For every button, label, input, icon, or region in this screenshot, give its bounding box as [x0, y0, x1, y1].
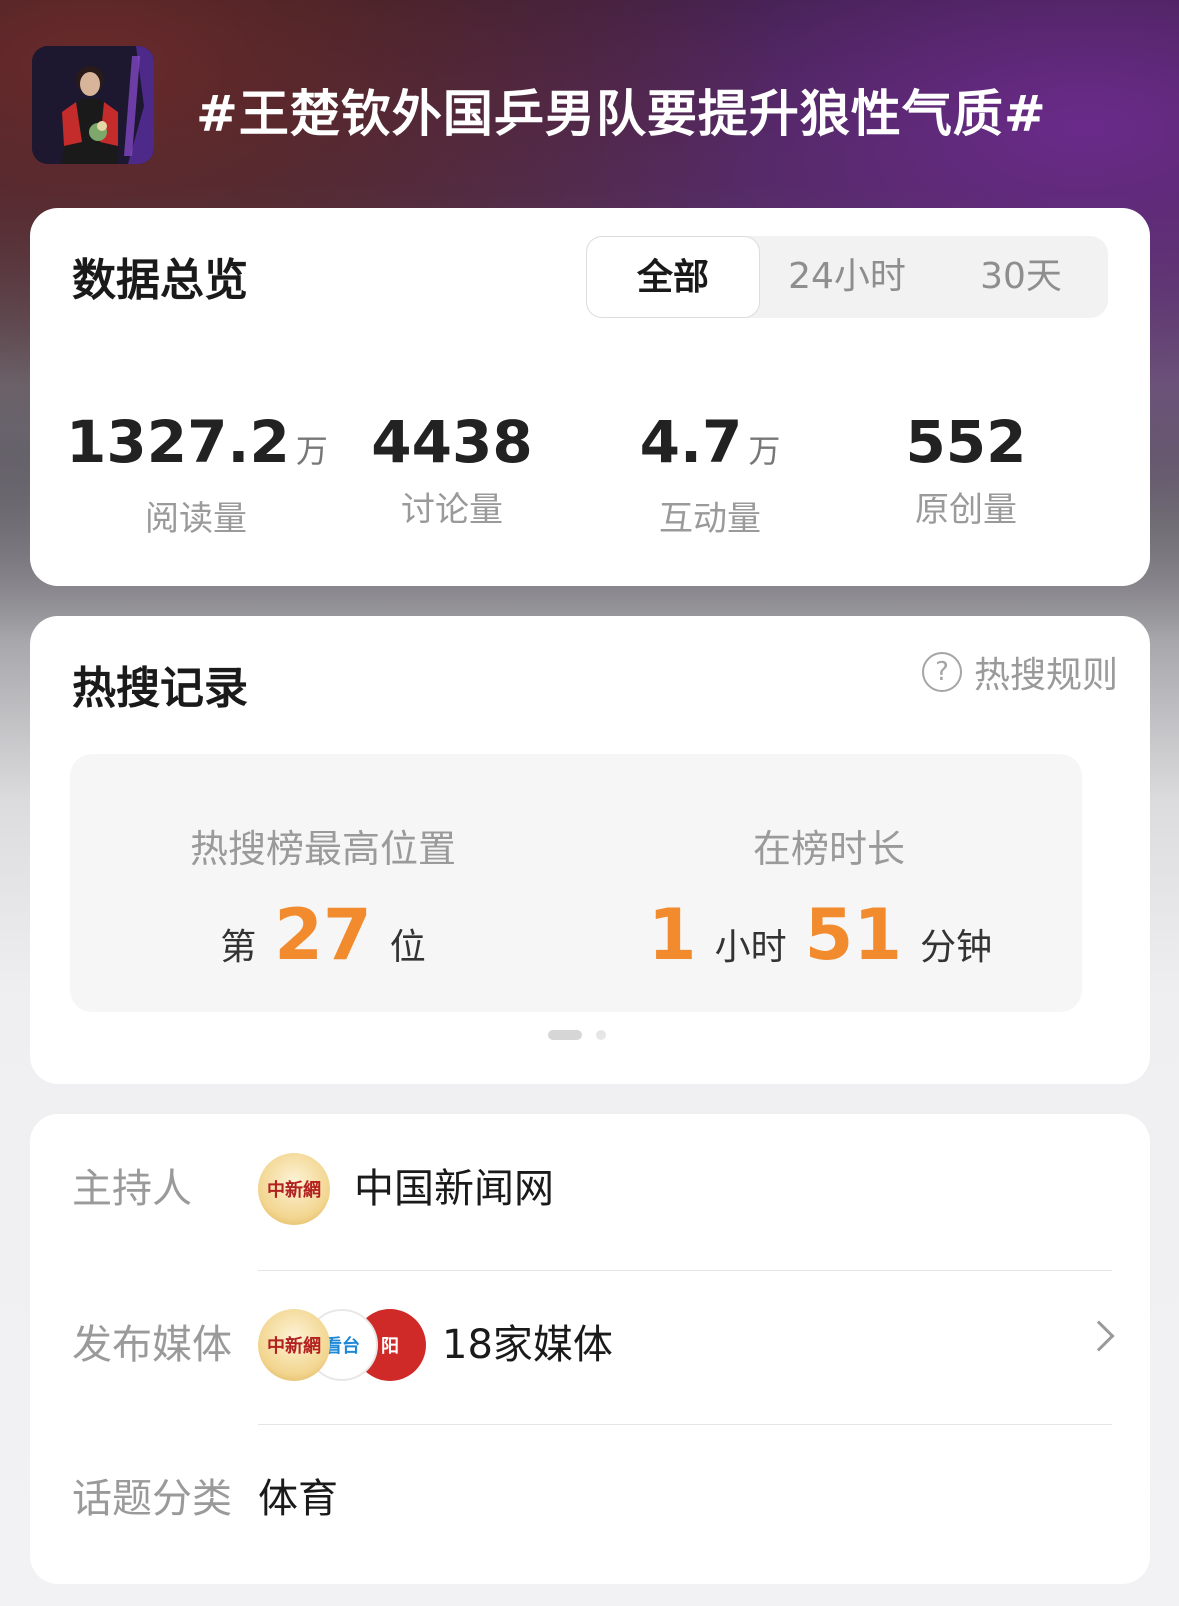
stat-interactions-value: 4.7 [639, 408, 743, 476]
topic-info-card: 主持人 中新網 中国新闻网 发布媒体 中新網 看台 阳 18家媒体 话题分类 体… [30, 1114, 1150, 1584]
hot-search-summary: 热搜榜最高位置 第 27 位 在榜时长 1 小时 51 分钟 [70, 754, 1082, 1012]
category-value: 体育 [258, 1476, 338, 1522]
stat-originals-value: 552 [905, 408, 1027, 476]
overview-title: 数据总览 [72, 255, 248, 306]
stat-originals-label: 原创量 [915, 490, 1017, 530]
duration-hours-unit: 小时 [714, 927, 787, 968]
tab-30d[interactable]: 30天 [934, 236, 1108, 318]
stat-reads-label: 阅读量 [145, 499, 247, 539]
stat-interactions-unit: 万 [748, 432, 781, 470]
duration-hours: 1 [647, 894, 697, 976]
stat-discussions: 4438 讨论量 [322, 408, 582, 531]
chinanews-logo: 中新網 [258, 1153, 330, 1225]
duration-minutes: 51 [804, 894, 903, 976]
stat-reads: 1327.2 万 阅读量 [66, 408, 328, 540]
stat-interactions-label: 互动量 [659, 499, 761, 539]
media-logo-chinanews: 中新網 [258, 1309, 330, 1381]
rank-suffix: 位 [389, 927, 426, 968]
page-indicator[interactable] [548, 1030, 606, 1040]
host-name: 中国新闻网 [354, 1166, 554, 1212]
duration-minutes-unit: 分钟 [920, 927, 993, 968]
hot-search-card: 热搜记录 ? 热搜规则 热搜榜最高位置 第 27 位 在榜时长 1 小时 51 … [30, 616, 1150, 1084]
question-icon: ? [921, 652, 962, 692]
rank-prefix: 第 [220, 927, 257, 968]
highest-rank-block: 热搜榜最高位置 第 27 位 [70, 754, 576, 1012]
tab-24h[interactable]: 24小时 [760, 236, 934, 318]
stat-reads-value: 1327.2 [66, 408, 290, 476]
category-row: 话题分类 体育 [30, 1424, 1150, 1574]
page-dot-active[interactable] [548, 1030, 582, 1040]
duration-block: 在榜时长 1 小时 51 分钟 [576, 754, 1082, 1012]
host-row: 主持人 中新網 中国新闻网 [30, 1114, 1150, 1264]
overview-card: 数据总览 全部 24小时 30天 1327.2 万 阅读量 4438 讨论量 4.… [30, 208, 1150, 586]
hot-search-rules-label: 热搜规则 [973, 655, 1118, 696]
hot-search-title: 热搜记录 [72, 663, 248, 714]
stat-discussions-value: 4438 [371, 408, 533, 476]
chevron-right-icon [1083, 1320, 1115, 1352]
host-label: 主持人 [72, 1166, 192, 1212]
category-label: 话题分类 [72, 1476, 232, 1522]
topic-title: #王楚钦外国乒男队要提升狼性气质# [196, 85, 1047, 143]
duration-label: 在榜时长 [752, 827, 905, 871]
topic-thumbnail [32, 46, 154, 164]
rank-number: 27 [274, 894, 372, 976]
highest-rank-label: 热搜榜最高位置 [189, 827, 456, 871]
media-label: 发布媒体 [72, 1322, 232, 1368]
stat-originals: 552 原创量 [836, 408, 1096, 531]
stat-discussions-label: 讨论量 [401, 490, 503, 530]
page-dot[interactable] [596, 1030, 606, 1040]
stat-interactions: 4.7 万 互动量 [580, 408, 840, 540]
media-count: 18家媒体 [442, 1322, 613, 1368]
tab-all[interactable]: 全部 [586, 236, 760, 318]
media-row[interactable]: 发布媒体 中新網 看台 阳 18家媒体 [30, 1270, 1150, 1420]
hot-search-rules-link[interactable]: ? 热搜规则 [921, 646, 1118, 698]
time-range-tabs: 全部 24小时 30天 [586, 236, 1108, 318]
